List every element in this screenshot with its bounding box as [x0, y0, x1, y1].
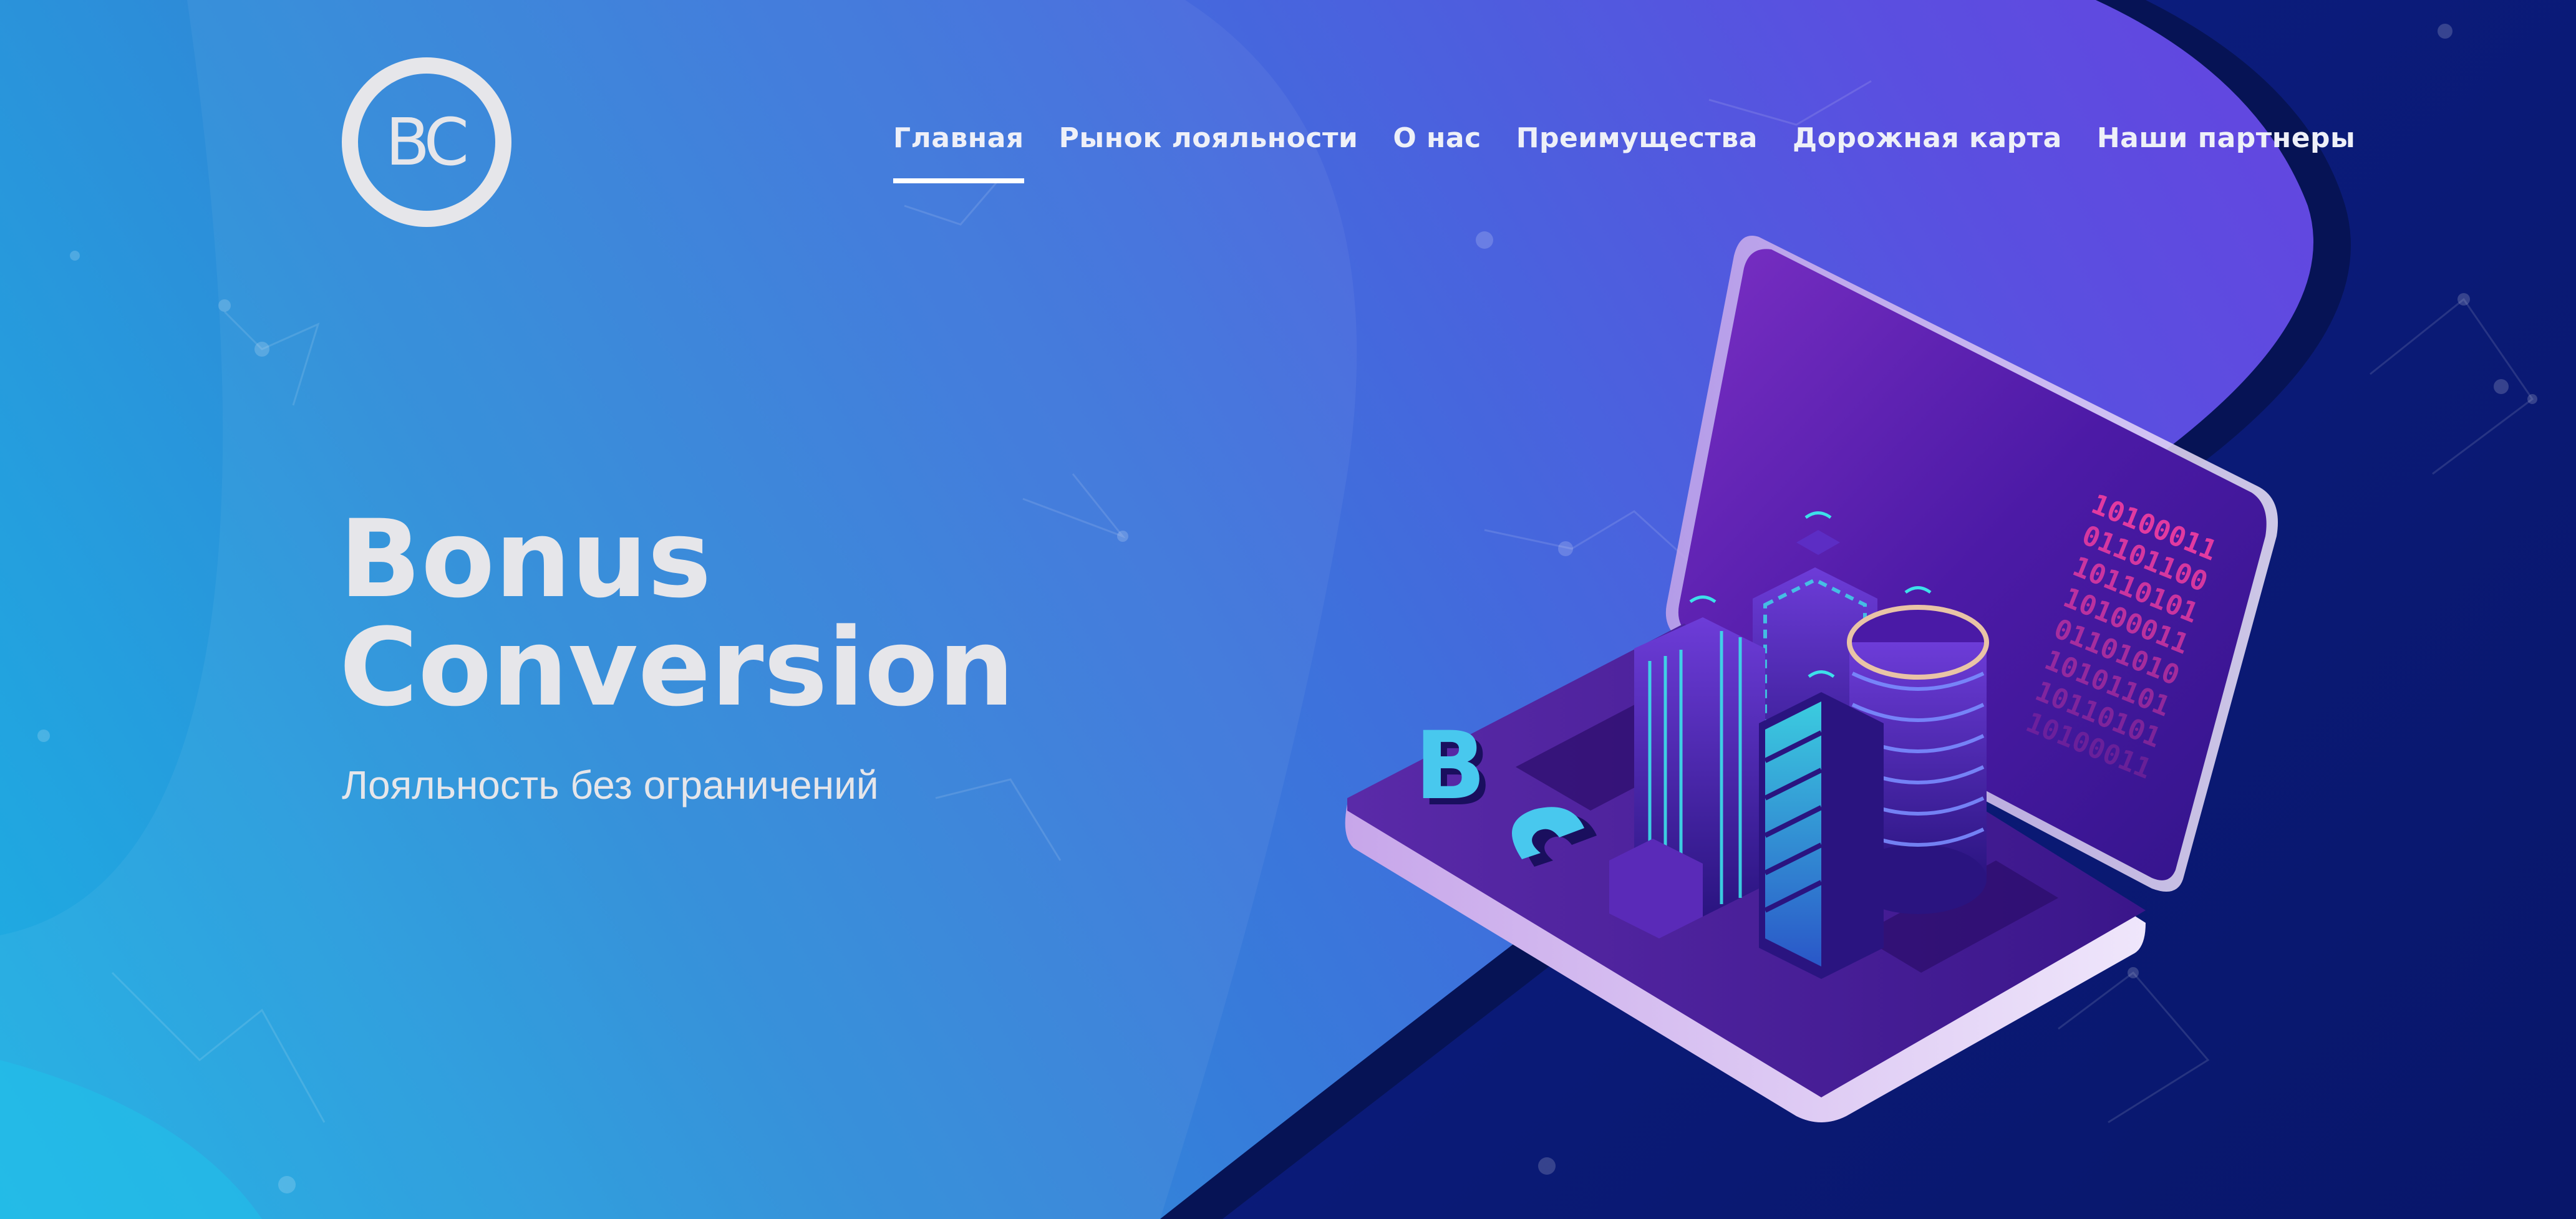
letter-b: B [1415, 712, 1486, 821]
laptop-city-illustration: 10100011 01101100 10110101 10100011 0110… [1345, 236, 2278, 1122]
